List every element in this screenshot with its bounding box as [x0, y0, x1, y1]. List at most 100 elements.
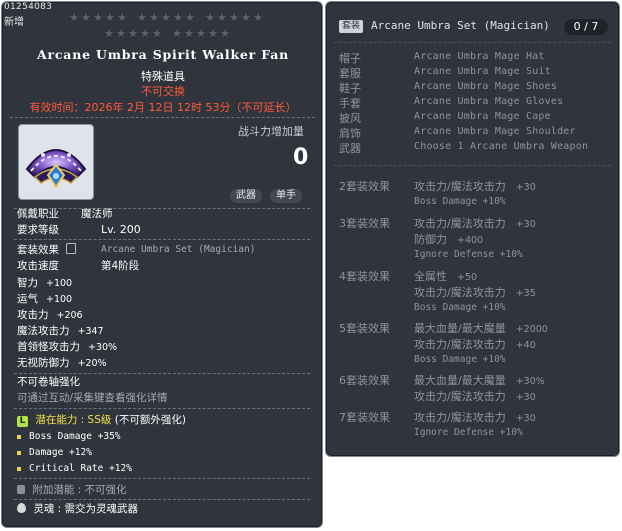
set-piece-name: Choose 1 Arcane Umbra Weapon	[414, 141, 589, 152]
set-bonus-line: Boss Damage +10%	[414, 302, 506, 313]
star-icon: ★	[241, 11, 251, 24]
job-row: 佩戴职业 魔法师	[17, 207, 113, 221]
set-bonus-line: 最大血量/最大魔量 +30%	[414, 372, 545, 388]
star-icon: ★	[196, 27, 206, 40]
stat-value: +206	[56, 310, 83, 321]
additional-potential-label: 附加潜能 : 不可强化	[32, 484, 127, 496]
scroll-hint: 可通过互动/采集键查看强化详情	[17, 392, 168, 404]
set-bonus-text: 最大血量/最大魔量	[414, 322, 506, 335]
set-bonus-text: 攻击力/魔法攻击力	[414, 411, 506, 424]
set-piece-name: Arcane Umbra Mage Suit	[414, 66, 551, 77]
attack-speed-row: 攻击速度 第4阶段	[17, 259, 139, 273]
set-bonus-text: Ignore Defense +10%	[414, 427, 523, 438]
set-bonus-value: +400	[457, 235, 484, 246]
potential-line-text: Critical Rate +12%	[29, 463, 132, 474]
divider	[14, 499, 310, 500]
potential-line-text: Boss Damage +35%	[29, 431, 121, 442]
star-icon: ★	[116, 27, 126, 40]
no-scroll-label: 不可卷轴强化	[17, 376, 80, 388]
item-id: 01254083	[4, 2, 53, 12]
level-row: 要求等级 Lv. 200	[17, 223, 141, 237]
star-force-row-1: ★ ★ ★ ★ ★ ★ ★ ★ ★ ★ ★ ★ ★ ★ ★	[68, 12, 264, 24]
divider	[10, 117, 315, 118]
set-bonus-value: +30	[515, 392, 536, 403]
set-bonus-text: 攻击力/魔法攻击力	[414, 390, 506, 403]
item-icon	[18, 124, 94, 200]
set-bonus-line: 攻击力/魔法攻击力 +30	[414, 409, 536, 425]
stat-label: 攻击力	[17, 309, 49, 321]
set-bonus-label: 2套装效果	[339, 180, 390, 193]
untradeable-label: 不可交换	[141, 85, 185, 98]
set-bonus-label: 5套装效果	[339, 322, 390, 335]
set-piece-name: Arcane Umbra Mage Gloves	[414, 96, 564, 107]
star-icon: ★	[93, 11, 103, 24]
set-piece-slot: 披风	[339, 112, 361, 125]
item-name: Arcane Umbra Spirit Walker Fan	[37, 47, 289, 62]
set-bonus-value: +30	[515, 413, 536, 424]
set-row: 套装效果 Arcane Umbra Set (Magician)	[17, 243, 255, 257]
divider	[334, 42, 611, 43]
star-icon: ★	[208, 27, 218, 40]
set-bonus-text: Boss Damage +10%	[414, 196, 506, 207]
set-bonus-line: 攻击力/魔法攻击力 +30	[414, 178, 536, 194]
stat-value: +20%	[77, 358, 107, 369]
set-bonus-text: Boss Damage +10%	[414, 302, 506, 313]
star-force-row-2: ★ ★ ★ ★ ★ ★ ★ ★ ★ ★	[103, 28, 231, 40]
set-piece-slot: 套服	[339, 67, 361, 80]
star-icon: ★	[105, 11, 115, 24]
potential-line: Damage +12%	[17, 446, 92, 460]
set-piece-name: Arcane Umbra Mage Shoes	[414, 81, 558, 92]
star-icon: ★	[104, 27, 114, 40]
star-icon: ★	[217, 11, 227, 24]
legendary-potential-icon: L	[17, 416, 28, 427]
stat-label: 魔法攻击力	[17, 325, 70, 337]
soul-label: 灵魂 : 需交为灵魂武器	[33, 503, 139, 515]
potential-header: L 潜在能力 : SS级 (不可额外强化)	[17, 413, 186, 427]
job-label: 佩戴职业	[17, 208, 59, 220]
combat-power-label: 战斗力增加量	[238, 125, 304, 138]
set-bonus-text: Ignore Defense +10%	[414, 249, 523, 260]
attack-speed-label: 攻击速度	[17, 260, 59, 272]
star-icon: ★	[185, 11, 195, 24]
star-icon: ★	[149, 11, 159, 24]
set-bonus-text: 攻击力/魔法攻击力	[414, 180, 506, 193]
set-bonus-text: Boss Damage +10%	[414, 354, 506, 365]
set-piece-slot: 帽子	[339, 52, 361, 65]
stat-value: +100	[46, 294, 73, 305]
document-icon[interactable]	[66, 243, 77, 254]
stat-label: 无视防御力	[17, 357, 70, 369]
job-value: 魔法师	[81, 208, 113, 220]
stat-label: 首领怪攻击力	[17, 341, 80, 353]
set-bonus-value: +30	[515, 219, 536, 230]
star-icon: ★	[117, 11, 127, 24]
set-bonus-line: Ignore Defense +10%	[414, 249, 523, 260]
stat-row: 魔法攻击力 +347	[17, 324, 104, 339]
soul-row: 灵魂 : 需交为灵魂武器	[17, 502, 138, 516]
set-info-panel: 套装 Arcane Umbra Set (Magician) 0 / 7 帽子 A…	[325, 1, 620, 457]
stat-row: 首领怪攻击力 +30%	[17, 340, 117, 355]
set-bonus-line: 攻击力/魔法攻击力 +30	[414, 215, 536, 231]
set-bonus-text: 全属性	[414, 270, 447, 283]
set-label: 套装效果	[17, 244, 59, 256]
set-bonus-value: +2000	[515, 324, 548, 335]
set-bonus-label: 6套装效果	[339, 374, 390, 387]
stat-value: +100	[46, 278, 73, 289]
set-bonus-value: +30%	[515, 376, 545, 387]
set-piece-name: Arcane Umbra Mage Cape	[414, 111, 551, 122]
star-icon: ★	[161, 11, 171, 24]
star-icon: ★	[152, 27, 162, 40]
locked-potential-icon	[17, 485, 25, 494]
additional-potential-row: 附加潜能 : 不可强化	[17, 483, 127, 497]
star-icon: ★	[81, 11, 91, 24]
item-category: 特殊道具	[141, 70, 185, 83]
star-icon: ★	[172, 27, 182, 40]
divider	[14, 478, 310, 479]
star-icon: ★	[173, 11, 183, 24]
set-bonus-line: 攻击力/魔法攻击力 +30	[414, 388, 536, 404]
set-bonus-value: +50	[457, 272, 478, 283]
set-value: Arcane Umbra Set (Magician)	[101, 244, 256, 255]
star-icon: ★	[220, 27, 230, 40]
potential-grade: 潜在能力 : SS级	[35, 414, 112, 426]
stat-row: 攻击力 +206	[17, 308, 83, 323]
set-bonus-line: 攻击力/魔法攻击力 +40	[414, 336, 536, 352]
